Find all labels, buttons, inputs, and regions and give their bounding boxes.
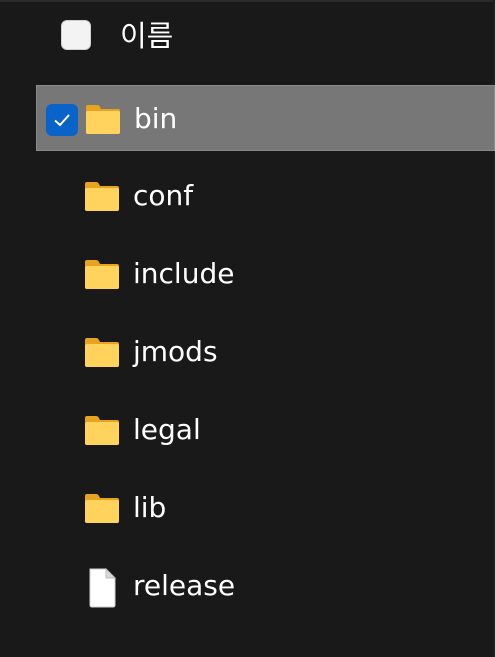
item-name: lib	[133, 491, 167, 524]
folder-icon	[83, 414, 121, 448]
list-item-jmods[interactable]: jmods	[36, 319, 495, 385]
item-name: conf	[133, 179, 194, 212]
list-item-release[interactable]: release	[36, 553, 495, 619]
item-name: bin	[134, 102, 178, 135]
list-item-lib[interactable]: lib	[36, 475, 495, 541]
item-name: legal	[133, 413, 201, 446]
item-name: release	[133, 569, 236, 602]
list-item-legal[interactable]: legal	[36, 397, 495, 463]
folder-icon	[83, 180, 121, 214]
list-item-include[interactable]: include	[36, 241, 495, 307]
item-checkbox-checked[interactable]	[46, 104, 78, 136]
list-item-conf[interactable]: conf	[36, 163, 495, 229]
folder-icon	[83, 258, 121, 292]
file-icon	[83, 567, 121, 608]
folder-icon	[84, 103, 122, 137]
folder-icon	[83, 492, 121, 526]
file-list: bin conf include jmods legal lib release	[0, 0, 495, 657]
checkmark-icon	[54, 114, 70, 127]
item-name: jmods	[133, 335, 218, 368]
folder-icon	[83, 336, 121, 370]
list-item-bin[interactable]: bin	[36, 85, 495, 151]
item-name: include	[133, 257, 235, 290]
